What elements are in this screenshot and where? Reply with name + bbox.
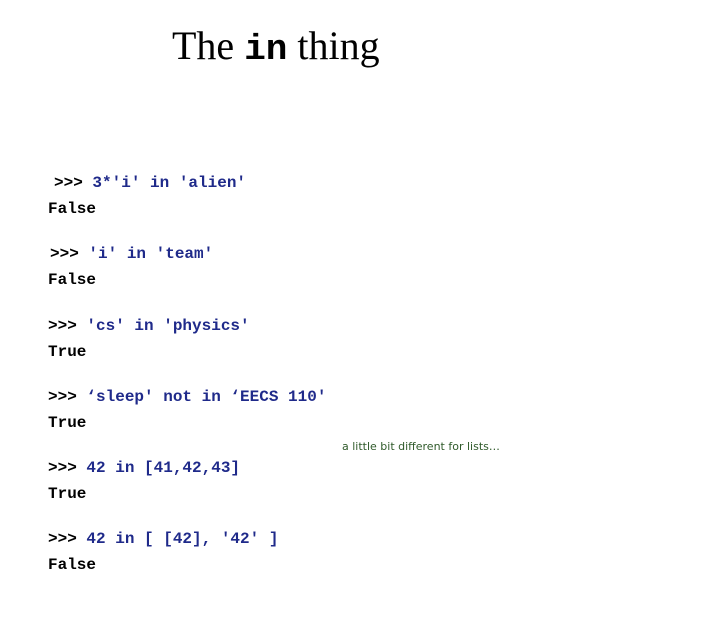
- example-6-result: False: [48, 500, 96, 630]
- result: False: [48, 556, 97, 574]
- expression: 42 in [ [42], '42' ]: [86, 530, 279, 548]
- title-text-after: thing: [287, 23, 380, 68]
- title-text-before: The: [172, 23, 245, 68]
- slide-title: The in thing: [172, 22, 380, 74]
- title-code-keyword: in: [244, 29, 288, 70]
- lists-note: a little bit different for lists…: [342, 440, 500, 453]
